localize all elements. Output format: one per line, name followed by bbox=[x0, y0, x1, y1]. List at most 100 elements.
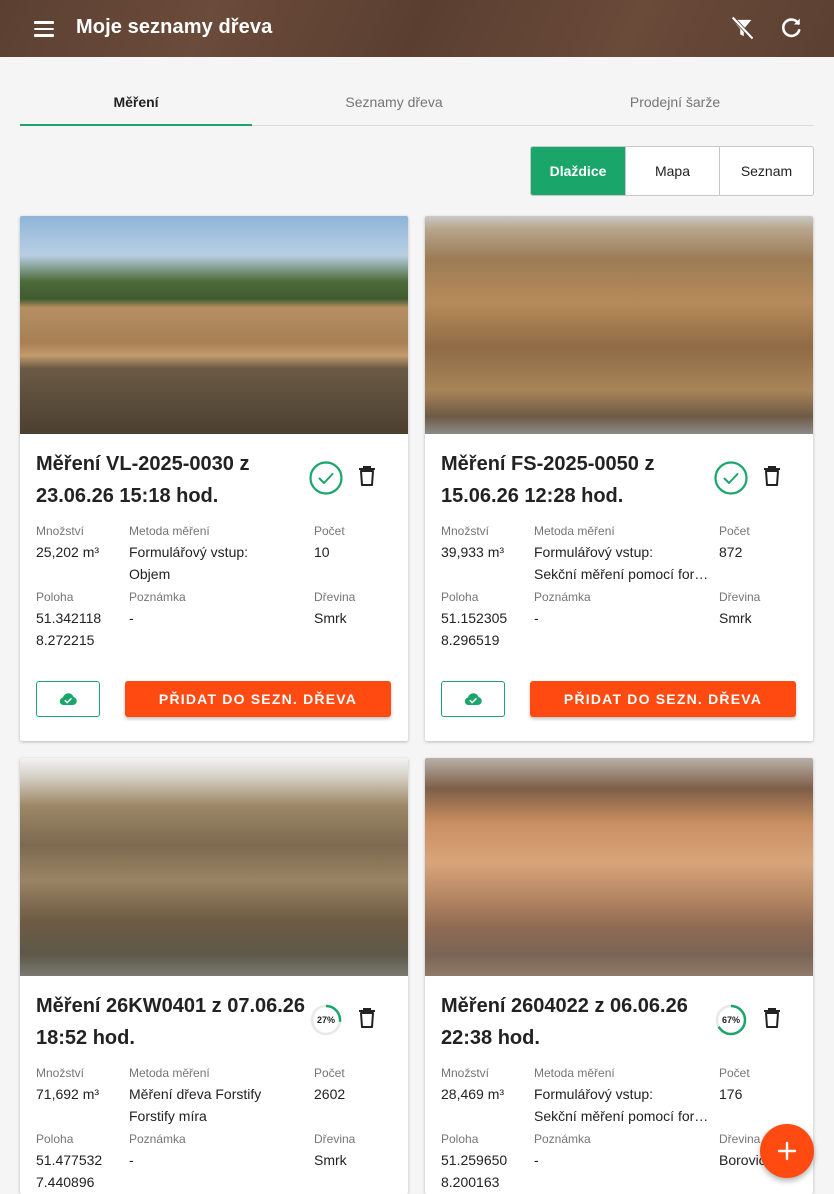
species-label: Dřevina bbox=[719, 590, 761, 604]
count-label: Počet bbox=[314, 524, 345, 538]
card-title: Měření VL-2025-0030 z 23.06.26 15:18 hod… bbox=[36, 453, 250, 507]
view-map-button[interactable]: Mapa bbox=[625, 147, 719, 195]
latitude-value: 51.259650 bbox=[441, 1152, 508, 1168]
trash-icon[interactable] bbox=[761, 464, 783, 488]
app-bar: Moje seznamy dřeva bbox=[0, 0, 834, 57]
note-value: - bbox=[129, 1152, 134, 1168]
note-label: Poznámka bbox=[534, 590, 591, 604]
progress-text: 27% bbox=[317, 1015, 335, 1025]
sync-button[interactable] bbox=[441, 681, 505, 717]
location-label: Poloha bbox=[36, 1132, 74, 1146]
add-to-list-button[interactable]: PŘIDAT DO SEZN. DŘEVA bbox=[530, 681, 796, 717]
progress-text: 67% bbox=[722, 1015, 740, 1025]
count-value: 10 bbox=[314, 544, 330, 560]
woodpile-photo bbox=[425, 216, 813, 434]
note-value: - bbox=[129, 610, 134, 626]
note-label: Poznámka bbox=[129, 590, 186, 604]
card-title: Měření 26KW0401 z 07.06.26 18:52 hod. bbox=[36, 995, 306, 1049]
measurement-card[interactable]: Měření 26KW0401 z 07.06.26 18:52 hod. 27… bbox=[20, 758, 408, 1194]
card-body: Měření VL-2025-0030 z 23.06.26 15:18 hod… bbox=[20, 434, 408, 741]
latitude-value: 51.342118 bbox=[36, 610, 102, 626]
card-title: Měření 2604022 z 06.06.26 22:38 hod. bbox=[441, 995, 688, 1049]
note-value: - bbox=[534, 610, 539, 626]
method-value-line2: Sekční měření pomocí for… bbox=[534, 566, 709, 582]
card-body: Měření 2604022 z 06.06.26 22:38 hod. 67%… bbox=[425, 976, 813, 1194]
progress-ring: 67% bbox=[713, 1002, 749, 1038]
progress-ring: 27% bbox=[308, 1002, 344, 1038]
method-value-line1: Formulářový vstup: bbox=[534, 544, 654, 560]
species-value: Smrk bbox=[314, 610, 347, 626]
card-body: Měření FS-2025-0050 z 15.06.26 12:28 hod… bbox=[425, 434, 813, 741]
amount-value: 25,202 m³ bbox=[36, 544, 100, 560]
woodpile-photo bbox=[20, 216, 408, 434]
location-label: Poloha bbox=[441, 1132, 479, 1146]
location-label: Poloha bbox=[441, 590, 479, 604]
amount-label: Množství bbox=[441, 524, 490, 538]
method-label: Metoda měření bbox=[129, 524, 210, 538]
amount-label: Množství bbox=[36, 524, 85, 538]
view-list-button[interactable]: Seznam bbox=[719, 147, 813, 195]
latitude-value: 51.152305 bbox=[441, 610, 508, 626]
method-value-line1: Formulářový vstup: bbox=[129, 544, 249, 560]
method-value-line1: Měření dřeva Forstify bbox=[129, 1086, 262, 1102]
view-toggle: Dlaždice Mapa Seznam bbox=[530, 146, 814, 196]
longitude-value: 8.296519 bbox=[441, 632, 500, 648]
page-title: Moje seznamy dřeva bbox=[76, 16, 273, 38]
trash-icon[interactable] bbox=[356, 1006, 378, 1030]
count-value: 176 bbox=[719, 1086, 743, 1102]
tab-seznamy-dreva[interactable]: Seznamy dřeva bbox=[252, 78, 536, 125]
refresh-icon[interactable] bbox=[777, 14, 805, 42]
menu-icon[interactable] bbox=[32, 18, 56, 40]
method-label: Metoda měření bbox=[129, 1066, 210, 1080]
cloud-done-icon bbox=[59, 693, 77, 705]
check-circle-icon bbox=[308, 460, 344, 496]
species-label: Dřevina bbox=[314, 1132, 356, 1146]
cloud-done-icon bbox=[464, 693, 482, 705]
view-tiles-button[interactable]: Dlaždice bbox=[531, 147, 625, 195]
note-label: Poznámka bbox=[534, 1132, 591, 1146]
count-label: Počet bbox=[719, 1066, 750, 1080]
card-body: Měření 26KW0401 z 07.06.26 18:52 hod. 27… bbox=[20, 976, 408, 1194]
add-to-list-button[interactable]: PŘIDAT DO SEZN. DŘEVA bbox=[125, 681, 391, 717]
method-value-line2: Forstify míra bbox=[129, 1108, 207, 1124]
method-label: Metoda měření bbox=[534, 524, 615, 538]
longitude-value: 7.440896 bbox=[36, 1174, 95, 1190]
count-value: 2602 bbox=[314, 1086, 346, 1102]
longitude-value: 8.200163 bbox=[441, 1174, 500, 1190]
longitude-value: 8.272215 bbox=[36, 632, 95, 648]
measurement-card[interactable]: Měření 2604022 z 06.06.26 22:38 hod. 67%… bbox=[425, 758, 813, 1194]
location-label: Poloha bbox=[36, 590, 74, 604]
check-circle-icon bbox=[713, 460, 749, 496]
note-label: Poznámka bbox=[129, 1132, 186, 1146]
sync-button[interactable] bbox=[36, 681, 100, 717]
amount-value: 28,469 m³ bbox=[441, 1086, 505, 1102]
count-value: 872 bbox=[719, 544, 743, 560]
method-value-line2: Objem bbox=[129, 566, 171, 582]
note-value: - bbox=[534, 1152, 539, 1168]
count-label: Počet bbox=[314, 1066, 345, 1080]
card-title: Měření FS-2025-0050 z 15.06.26 12:28 hod… bbox=[441, 453, 655, 507]
filter-off-icon[interactable] bbox=[728, 14, 756, 42]
tab-prodejni-sarze[interactable]: Prodejní šarže bbox=[536, 78, 814, 125]
amount-value: 39,933 m³ bbox=[441, 544, 505, 560]
trash-icon[interactable] bbox=[761, 1006, 783, 1030]
add-measurement-button[interactable] bbox=[760, 1124, 814, 1178]
tab-bar: Měření Seznamy dřeva Prodejní šarže bbox=[20, 78, 814, 126]
measurement-card[interactable]: Měření FS-2025-0050 z 15.06.26 12:28 hod… bbox=[425, 216, 813, 741]
count-label: Počet bbox=[719, 524, 750, 538]
species-label: Dřevina bbox=[314, 590, 356, 604]
tab-mereni[interactable]: Měření bbox=[20, 78, 252, 126]
trash-icon[interactable] bbox=[356, 464, 378, 488]
species-value: Smrk bbox=[314, 1152, 347, 1168]
plus-icon bbox=[777, 1141, 797, 1161]
method-value-line1: Formulářový vstup: bbox=[534, 1086, 654, 1102]
amount-value: 71,692 m³ bbox=[36, 1086, 100, 1102]
measurement-card[interactable]: Měření VL-2025-0030 z 23.06.26 15:18 hod… bbox=[20, 216, 408, 741]
amount-label: Množství bbox=[441, 1066, 490, 1080]
method-value-line2: Sekční měření pomocí for… bbox=[534, 1108, 709, 1124]
latitude-value: 51.477532 bbox=[36, 1152, 103, 1168]
species-value: Smrk bbox=[719, 610, 752, 626]
species-label: Dřevina bbox=[719, 1132, 761, 1146]
woodpile-photo bbox=[425, 758, 813, 976]
amount-label: Množství bbox=[36, 1066, 85, 1080]
